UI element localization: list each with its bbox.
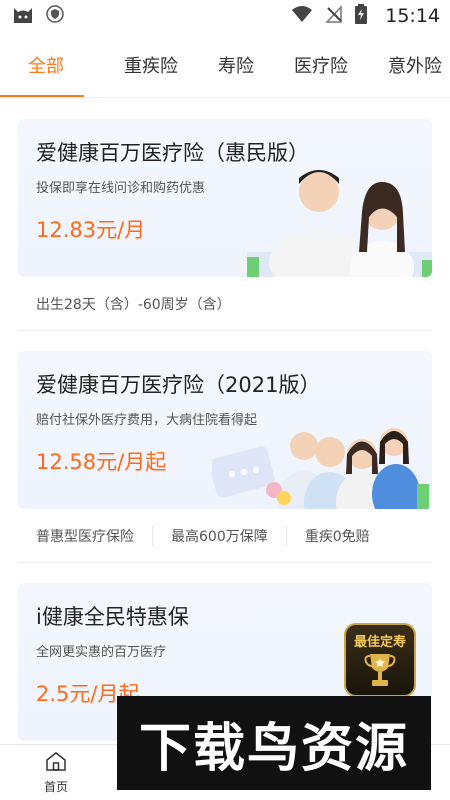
- tab-critical-illness[interactable]: 重疾险: [84, 32, 198, 97]
- product-price: 12.58元/月起: [36, 450, 167, 474]
- product-price: 12.83元/月: [36, 218, 146, 242]
- nav-home[interactable]: 首页: [0, 745, 112, 800]
- watermark-text: 下载鸟资源: [138, 718, 409, 779]
- product-banner[interactable]: 爱健康百万医疗险（2021版） 赔付社保外医疗费用，大病住院看得起 12.58元…: [18, 351, 432, 509]
- trophy-icon: [363, 650, 397, 694]
- status-bar: 15:14: [0, 0, 450, 32]
- battery-charging-icon: [355, 4, 368, 28]
- category-tabs: 全部 重疾险 寿险 医疗险 意外险: [0, 32, 450, 98]
- tab-life[interactable]: 寿险: [198, 32, 274, 97]
- watermark-banner: 下载鸟资源: [117, 696, 431, 790]
- product-tag: 普惠型医疗保险: [18, 525, 153, 546]
- cat-app-icon: [12, 4, 34, 28]
- product-subtitle: 赔付社保外医疗费用，大病住院看得起: [36, 413, 258, 428]
- product-card[interactable]: 爱健康百万医疗险（2021版） 赔付社保外医疗费用，大病住院看得起 12.58元…: [18, 351, 432, 563]
- product-tag: 最高600万保障: [153, 525, 287, 546]
- tab-medical[interactable]: 医疗险: [274, 32, 368, 97]
- best-term-life-badge: 最佳定寿: [344, 623, 416, 697]
- product-card[interactable]: 爱健康百万医疗险（惠民版） 投保即享在线问诊和购药优惠 12.83元/月 出生2…: [18, 119, 432, 331]
- shield-app-icon: [46, 5, 64, 27]
- status-time: 15:14: [385, 5, 440, 27]
- product-tag: 出生28天（含）-60周岁（含）: [36, 296, 231, 313]
- product-tags: 普惠型医疗保险 最高600万保障 重疾0免赔: [18, 509, 432, 563]
- product-tags: 出生28天（含）-60周岁（含）: [18, 277, 432, 331]
- tab-accident[interactable]: 意外险: [368, 32, 450, 97]
- product-subtitle: 投保即享在线问诊和购药优惠: [36, 181, 206, 196]
- product-title: 爱健康百万医疗险（惠民版）: [36, 141, 309, 165]
- product-feed[interactable]: 爱健康百万医疗险（惠民版） 投保即享在线问诊和购药优惠 12.83元/月 出生2…: [0, 99, 450, 744]
- product-banner[interactable]: 爱健康百万医疗险（惠民版） 投保即享在线问诊和购药优惠 12.83元/月: [18, 119, 432, 277]
- tab-all[interactable]: 全部: [0, 32, 84, 97]
- product-tag: 重疾0免赔: [304, 528, 370, 545]
- no-signal-icon: [325, 5, 343, 27]
- wifi-icon: [291, 5, 313, 27]
- home-icon: [45, 751, 67, 775]
- nav-home-label: 首页: [43, 779, 68, 794]
- product-title: 爱健康百万医疗险（2021版）: [36, 373, 321, 397]
